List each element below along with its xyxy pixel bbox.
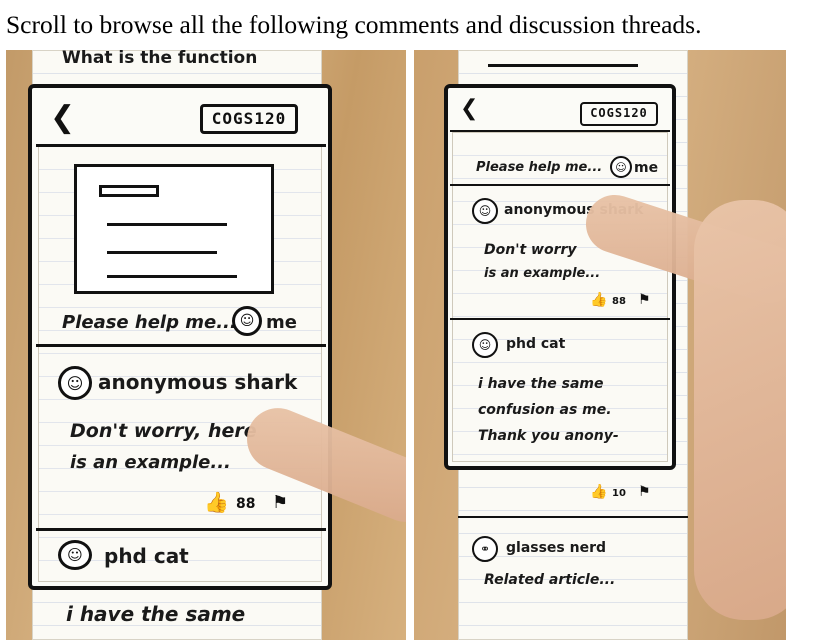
comment-divider (458, 516, 688, 518)
post-attachment-image[interactable] (74, 164, 274, 294)
instruction-caption: Scroll to browse all the following comme… (6, 10, 702, 39)
me-label: me (266, 312, 297, 333)
post-footer-text: Please help me... (476, 160, 603, 175)
commenter-avatar-icon: ☺ (58, 366, 92, 400)
comment-text-line: confusion as me. (478, 402, 612, 418)
header-divider (450, 130, 670, 132)
comment-author: phd cat (104, 544, 189, 568)
comment-author: glasses nerd (506, 540, 607, 556)
commenter-avatar-icon: ☺ (472, 198, 498, 224)
like-count: 88 (612, 296, 626, 307)
reply-flag-icon[interactable]: ⚑ (638, 292, 651, 308)
comment-text-line: is an example... (484, 266, 601, 281)
post-footer-text: Please help me... (62, 312, 237, 333)
comment-divider (36, 528, 326, 531)
reply-flag-icon[interactable]: ⚑ (638, 484, 651, 500)
like-count: 10 (612, 488, 626, 499)
comment-author: anonymous shark (98, 370, 298, 394)
glasses-avatar-icon: ⚭ (472, 536, 498, 562)
comment-text-line: Related article... (484, 572, 616, 588)
like-thumbs-up-icon[interactable]: 👍 (204, 490, 229, 514)
like-count: 88 (236, 496, 256, 512)
me-label: me (634, 160, 659, 176)
header-divider (36, 144, 326, 147)
commenter-avatar-icon: ☺ (58, 540, 92, 570)
reply-flag-icon[interactable]: ⚑ (272, 492, 288, 513)
like-thumbs-up-icon[interactable]: 👍 (590, 484, 607, 500)
comment-text-line: is an example... (70, 452, 231, 473)
back-chevron-icon[interactable]: ❮ (50, 100, 75, 135)
commenter-avatar-icon: ☺ (472, 332, 498, 358)
comment-text-line: Don't worry, here (70, 420, 257, 442)
me-avatar-icon: ☺ (610, 156, 632, 178)
comment-divider (450, 318, 670, 320)
post-divider (450, 184, 670, 186)
like-thumbs-up-icon[interactable]: 👍 (590, 292, 607, 308)
back-chevron-icon[interactable]: ❮ (460, 96, 478, 121)
strip-top-text: What is the function (62, 50, 258, 68)
comment-text-line: i have the same (478, 376, 604, 392)
prototype-photo-right: ❮ COGS120 Please help me... ☺ me ☺ anony… (414, 50, 786, 640)
course-label: COGS120 (580, 102, 658, 126)
comment-text-line: Don't worry (484, 242, 577, 258)
prototype-photo-left: What is the function ❮ COGS120 Please he… (6, 50, 406, 640)
post-divider (36, 344, 326, 347)
me-avatar-icon: ☺ (232, 306, 262, 336)
comment-author: phd cat (506, 336, 566, 352)
course-label: COGS120 (200, 104, 298, 134)
strip-line (488, 64, 638, 67)
comment-text-line: i have the same (66, 602, 246, 626)
hand (694, 200, 786, 620)
comment-text-line: Thank you anony- (478, 428, 619, 444)
